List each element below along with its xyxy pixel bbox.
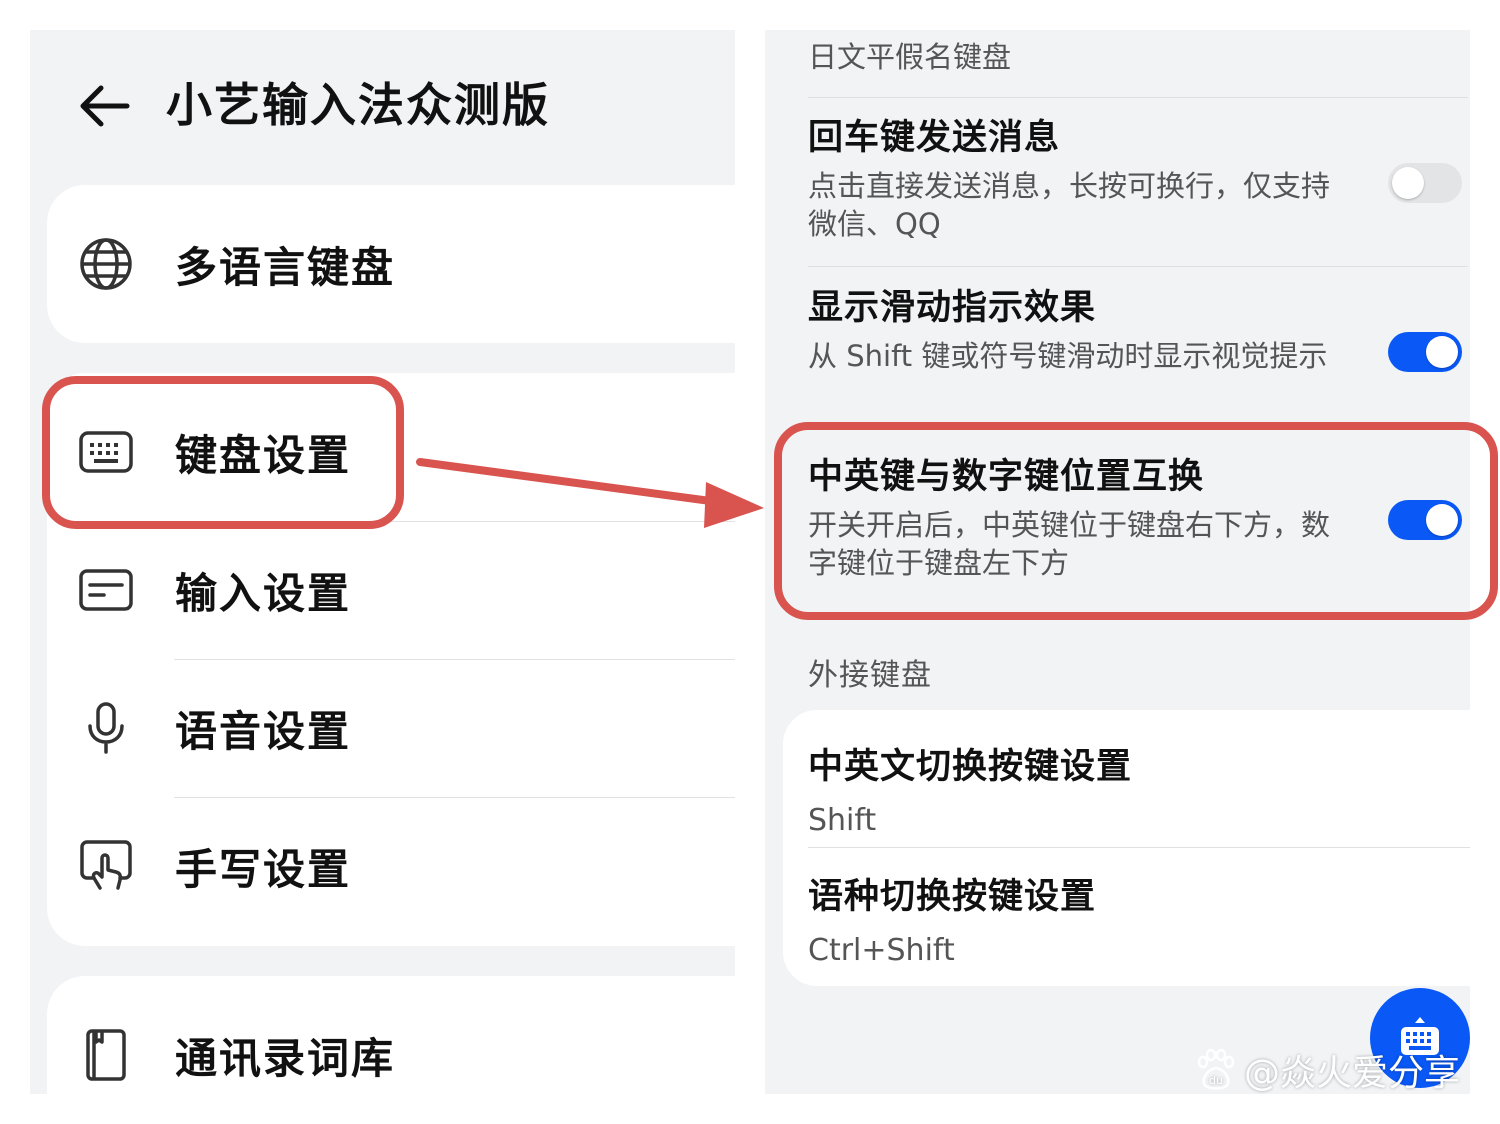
swipe-indicator-toggle[interactable] <box>1388 332 1462 372</box>
external-keyboard-card: 中英文切换按键设置 Shift 语种切换按键设置 Ctrl+Shift <box>783 710 1470 986</box>
option-title: 回车键发送消息 <box>808 118 1061 158</box>
divider <box>808 97 1468 98</box>
option-description: 点击直接发送消息，长按可换行，仅支持微信、QQ <box>808 169 1331 241</box>
contacts-card: 通讯录词库 <box>47 976 735 1094</box>
option-swipe-indicator[interactable]: 显示滑动指示效果 从 Shift 键或符号键滑动时显示视觉提示 <box>808 285 1468 375</box>
toggle-knob <box>1392 167 1424 199</box>
watermark-text: @焱火爱分享 <box>1244 1053 1461 1094</box>
toggle-knob <box>1426 336 1458 368</box>
section-header-external-keyboard: 外接键盘 <box>808 658 932 693</box>
ext-item-value: Ctrl+Shift <box>808 933 955 968</box>
watermark: du @焱火爱分享 <box>1194 1046 1460 1094</box>
divider <box>808 847 1470 848</box>
option-title: 显示滑动指示效果 <box>808 288 1097 328</box>
header: 小艺输入法众测版 <box>30 60 735 150</box>
globe-icon <box>77 235 135 293</box>
input-box-icon <box>77 561 135 619</box>
arrow-left-icon <box>80 85 130 127</box>
menu-item-label: 语音设置 <box>175 706 352 756</box>
divider <box>808 266 1468 267</box>
option-enter-send[interactable]: 回车键发送消息 点击直接发送消息，长按可换行，仅支持微信、QQ <box>808 115 1468 243</box>
menu-item-label: 通讯录词库 <box>175 1033 396 1083</box>
logo-text: du <box>1209 1074 1223 1087</box>
microphone-icon <box>77 699 135 757</box>
handwriting-icon <box>77 837 135 895</box>
menu-item-multilang-keyboard[interactable]: 多语言键盘 <box>47 185 735 343</box>
partial-option: 日文平假名键盘 <box>808 38 1468 76</box>
page-title: 小艺输入法众测版 <box>166 78 550 132</box>
contacts-book-icon <box>77 1026 135 1084</box>
highlight-box-keyboard-settings <box>42 376 404 529</box>
ext-item-cn-en-switch[interactable]: 中英文切换按键设置 Shift <box>808 738 1132 838</box>
menu-item-contacts-lexicon[interactable]: 通讯录词库 <box>47 986 735 1094</box>
ext-item-title: 语种切换按键设置 <box>808 877 1097 917</box>
menu-item-label: 输入设置 <box>175 568 352 618</box>
ext-item-language-switch[interactable]: 语种切换按键设置 Ctrl+Shift <box>808 868 1096 968</box>
ext-item-title: 中英文切换按键设置 <box>808 747 1133 787</box>
option-description: 日文平假名键盘 <box>808 40 1012 74</box>
menu-item-handwriting-settings[interactable]: 手写设置 <box>47 797 735 935</box>
option-description: 从 Shift 键或符号键滑动时显示视觉提示 <box>808 339 1328 373</box>
back-button[interactable] <box>74 76 134 136</box>
menu-item-voice-settings[interactable]: 语音设置 <box>47 659 735 797</box>
highlight-box-key-swap <box>774 422 1498 620</box>
enter-send-toggle[interactable] <box>1388 163 1462 203</box>
paw-logo-icon: du <box>1197 1048 1235 1090</box>
menu-item-label: 多语言键盘 <box>175 242 396 292</box>
left-panel: 小艺输入法众测版 多语言键盘 键盘设置 输入设置 语音设置 手写设置 通讯录词库 <box>30 30 735 1094</box>
multilang-card: 多语言键盘 <box>47 185 735 343</box>
menu-item-label: 手写设置 <box>175 844 352 894</box>
menu-item-input-settings[interactable]: 输入设置 <box>47 521 735 659</box>
ext-item-value: Shift <box>808 803 877 838</box>
